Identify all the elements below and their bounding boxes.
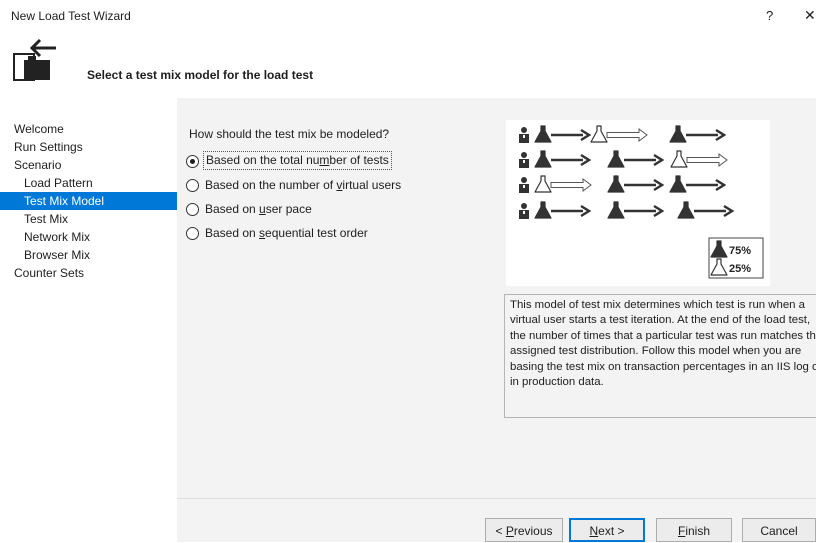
option-label: Based on the total number of tests [203,151,392,170]
cancel-button[interactable]: Cancel [742,518,816,542]
user-icon [519,177,529,193]
hollow-arrow-icon [550,178,592,192]
nav-item-label: Run Settings [14,140,83,154]
nav-item-browser-mix[interactable]: Browser Mix [0,246,177,264]
button-text: revious [513,524,553,538]
user-icon [519,127,529,143]
hollow-arrow-icon [606,128,648,142]
filled-flask-icon [607,150,625,168]
solid-arrow-icon [692,204,734,218]
option-label: Based on user pace [203,200,314,218]
question-label: How should the test mix be modeled? [189,127,390,141]
button-text: ext > [598,524,625,538]
nav-item-counter-sets[interactable]: Counter Sets [0,264,177,282]
nav-item-label: Test Mix Model [24,194,105,208]
solid-arrow-icon [549,204,591,218]
nav-item-load-pattern[interactable]: Load Pattern [0,174,177,192]
button-text: inish [685,524,711,538]
user-icon [519,152,529,168]
solid-arrow-icon [549,153,591,167]
footer-divider [177,498,816,499]
label-text: Based on the number of [205,178,337,192]
outline-flask-icon [534,175,552,193]
option-label: Based on sequential test order [203,224,370,242]
filled-flask-icon [677,201,695,219]
solid-arrow-icon [549,128,591,142]
label-text: ber of tests [329,153,389,167]
option-label: Based on the number of virtual users [203,176,403,194]
user-icon [519,203,529,219]
filled-flask-icon [607,201,625,219]
main-panel: How should the test mix be modeled? Base… [177,98,816,542]
help-button[interactable]: ? [766,8,773,23]
hollow-arrow-icon [686,153,728,167]
access-key: P [505,524,514,538]
solid-arrow-icon [622,204,664,218]
radio-button[interactable] [186,179,199,192]
description-box: This model of test mix determines which … [504,294,816,418]
title-bar: New Load Test Wizard ? ✕ [0,0,816,28]
access-key: m [319,153,330,167]
nav-item-label: Browser Mix [24,248,91,262]
nav-item-network-mix[interactable]: Network Mix [0,228,177,246]
radio-button[interactable] [186,227,199,240]
button-text: < [495,524,506,538]
close-button[interactable]: ✕ [804,7,816,24]
solid-arrow-icon [622,178,664,192]
finish-button[interactable]: Finish [656,518,732,542]
nav-item-label: Scenario [14,158,62,172]
access-key: u [259,202,266,216]
legend-value-filled: 75% [729,245,751,257]
radio-button[interactable] [186,203,199,216]
solid-arrow-icon [684,178,726,192]
nav-item-label: Test Mix [24,212,69,226]
radio-button[interactable] [186,155,199,168]
wizard-flask-icon [13,38,56,81]
test-mix-diagram: 75% 25% [506,120,770,286]
nav-item-run-settings[interactable]: Run Settings [0,138,177,156]
label-text: irtual users [342,178,402,192]
solid-arrow-icon [622,153,664,167]
filled-flask-icon [669,125,687,143]
label-text: ser pace [265,202,312,216]
label-text: Based on [205,202,260,216]
nav-item-scenario[interactable]: Scenario [0,156,177,174]
wizard-header: Select a test mix model for the load tes… [0,28,816,98]
outline-flask-icon [670,150,688,168]
filled-flask-icon [534,125,552,143]
filled-flask-icon [534,150,552,168]
nav-item-label: Network Mix [24,230,91,244]
solid-arrow-icon [684,128,726,142]
next-button[interactable]: Next > [569,518,645,542]
filled-flask-icon [607,175,625,193]
button-text: Cancel [760,524,798,538]
previous-button[interactable]: < Previous [485,518,563,542]
page-title: Select a test mix model for the load tes… [87,68,314,82]
nav-item-label: Welcome [14,122,64,136]
outline-flask-icon [590,125,608,143]
legend-value-outline: 25% [729,263,751,275]
description-text: This model of test mix determines which … [510,299,816,389]
nav-item-label: Load Pattern [24,176,93,190]
nav-item-label: Counter Sets [14,266,85,280]
window-title: New Load Test Wizard [11,9,131,23]
label-text: Based on [205,226,260,240]
access-key: N [589,524,599,538]
wizard-nav: Welcome Run Settings Scenario Load Patte… [0,120,177,542]
filled-flask-icon [534,201,552,219]
filled-flask-icon [669,175,687,193]
nav-item-test-mix[interactable]: Test Mix [0,210,177,228]
label-text: equential test order [265,226,368,240]
nav-item-welcome[interactable]: Welcome [0,120,177,138]
label-text: Based on the total nu [206,153,320,167]
nav-item-test-mix-model[interactable]: Test Mix Model [0,192,177,210]
